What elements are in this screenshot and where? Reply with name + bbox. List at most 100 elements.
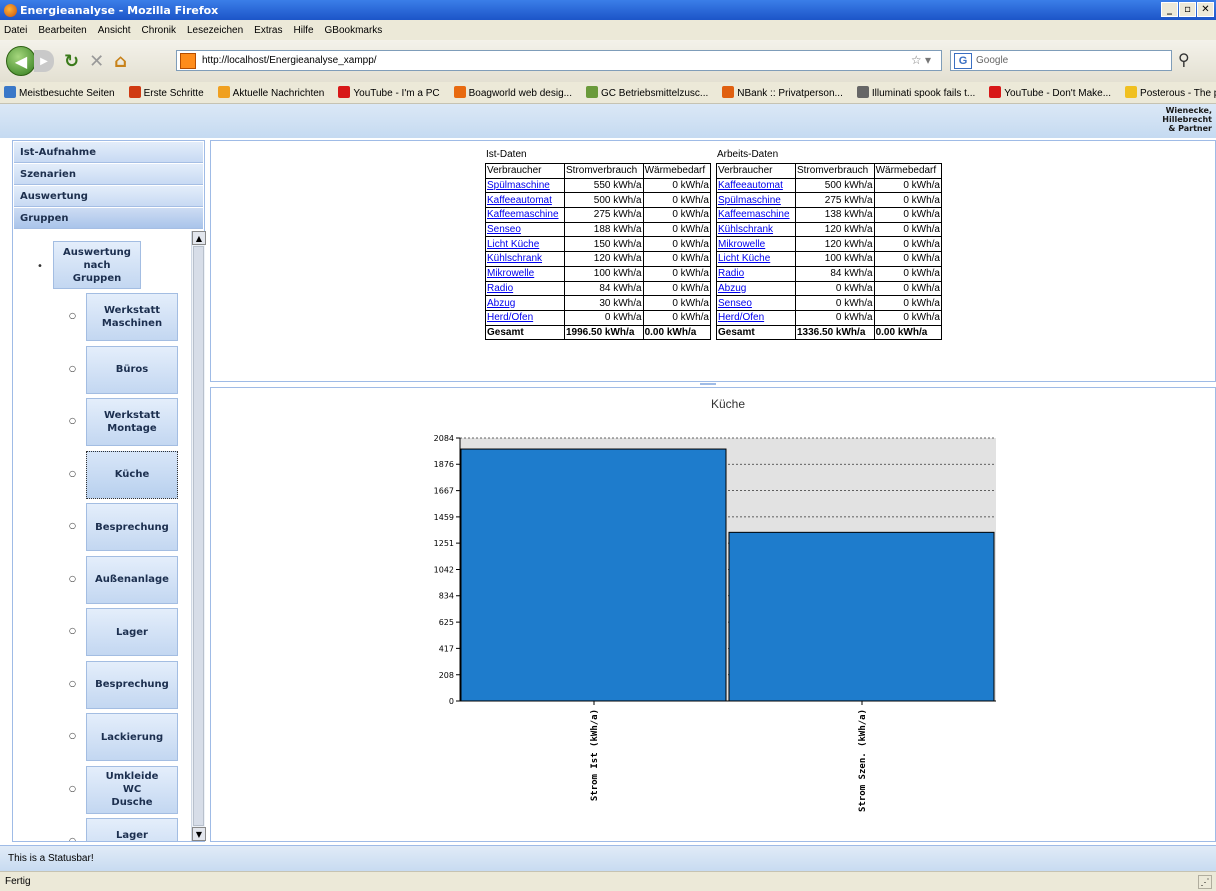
consumer-link[interactable]: Kaffeemaschine: [716, 207, 796, 223]
consumer-link[interactable]: Senseo: [485, 221, 565, 238]
bookmark-item[interactable]: Boagworld web desig...: [453, 86, 572, 99]
group-button[interactable]: Lager Bühne: [86, 818, 178, 841]
google-icon[interactable]: G: [954, 52, 972, 69]
section-gruppen[interactable]: Gruppen: [14, 208, 203, 229]
group-button[interactable]: Küche: [86, 450, 178, 499]
site-favicon: [180, 52, 196, 69]
table-cell: 275 kWh/a: [564, 207, 644, 223]
table-cell: 0 kWh/a: [642, 265, 712, 282]
back-button[interactable]: ◀: [6, 46, 36, 76]
consumer-link[interactable]: Kaffeeautomat: [716, 177, 796, 194]
group-button[interactable]: Umkleide WC Dusche: [86, 765, 178, 814]
consumer-link[interactable]: Herd/Ofen: [485, 309, 565, 326]
bookmark-favicon-icon: [128, 86, 141, 98]
table-row: Kühlschrank 120 kWh/a 0 kWh/a: [485, 251, 712, 267]
table-cell: 30 kWh/a: [564, 295, 644, 311]
bookmark-item[interactable]: GC Betriebsmittelzusc...: [586, 86, 708, 99]
scroll-thumb[interactable]: [193, 246, 204, 826]
consumer-link[interactable]: Kaffeeautomat: [485, 192, 565, 209]
bookmark-item[interactable]: Aktuelle Nachrichten: [217, 86, 324, 99]
menu-item-hilfe[interactable]: Hilfe: [294, 25, 314, 36]
table-cell: 0 kWh/a: [642, 221, 712, 238]
table-row: Herd/Ofen 0 kWh/a 0 kWh/a: [716, 309, 943, 326]
group-button-auswertung-nach-gruppen[interactable]: Auswertung nach Gruppen: [53, 241, 141, 289]
bookmark-favicon-icon: [338, 86, 351, 98]
scroll-down-button[interactable]: ▼: [192, 827, 206, 841]
menu-item-lesezeichen[interactable]: Lesezeichen: [187, 25, 243, 36]
y-tick-label: 1667: [434, 487, 454, 496]
bookmark-label: Meistbesuchte Seiten: [19, 88, 115, 99]
table-row: Mikrowelle 100 kWh/a 0 kWh/a: [485, 265, 712, 282]
stop-icon[interactable]: ✕: [89, 51, 104, 72]
section-ist-aufnahme[interactable]: Ist-Aufnahme: [14, 142, 203, 163]
group-button[interactable]: Besprechung: [86, 503, 178, 551]
group-button[interactable]: Werkstatt Maschinen: [86, 293, 178, 341]
total-cell: Gesamt: [716, 324, 796, 341]
consumer-link[interactable]: Kühlschrank: [485, 251, 565, 267]
menu-item-datei[interactable]: Datei: [4, 25, 27, 36]
group-button[interactable]: Lager: [86, 608, 178, 656]
panel-splitter[interactable]: [700, 383, 716, 385]
bullet: ○: [69, 731, 76, 740]
group-button[interactable]: Lackierung: [86, 713, 178, 761]
table-cell: 120 kWh/a: [795, 221, 875, 238]
bookmark-item[interactable]: NBank :: Privatperson...: [722, 86, 843, 99]
bullet: ○: [69, 783, 76, 793]
section-auswertung[interactable]: Auswertung: [14, 186, 203, 207]
consumer-link[interactable]: Senseo: [716, 295, 796, 311]
group-button[interactable]: Außenanlage: [86, 555, 178, 604]
consumer-link[interactable]: Radio: [716, 265, 796, 282]
consumer-link[interactable]: Mikrowelle: [716, 236, 796, 253]
scroll-up-button[interactable]: ▲: [192, 231, 206, 245]
consumer-link[interactable]: Kühlschrank: [716, 221, 796, 238]
menu-item-gbookmarks[interactable]: GBookmarks: [325, 25, 383, 36]
data-panel: Ist-Daten Verbraucher Stromverbrauch Wärme…: [210, 140, 1216, 382]
table-header-row: Verbraucher Stromverbrauch Wärmebedarf: [716, 163, 943, 179]
bookmark-item[interactable]: YouTube - Don't Make...: [989, 86, 1111, 99]
consumer-link[interactable]: Abzug: [716, 280, 796, 297]
section-szenarien[interactable]: Szenarien: [14, 164, 203, 185]
table-row: Kaffeemaschine 275 kWh/a 0 kWh/a: [485, 207, 712, 223]
home-icon[interactable]: ⌂: [114, 51, 127, 72]
table-cell: 0 kWh/a: [873, 265, 943, 282]
search-box[interactable]: G Google: [950, 50, 1172, 71]
bookmark-favicon-icon: [217, 86, 230, 98]
search-icon[interactable]: ⚲: [1178, 50, 1190, 69]
bar-chart: Küche 0 208 417 625 834 1042 1251 1459 1667 1876 20…: [434, 397, 996, 812]
bookmark-item[interactable]: Meistbesuchte Seiten: [4, 86, 115, 99]
bookmark-item[interactable]: Erste Schritte: [128, 86, 204, 99]
bookmark-item[interactable]: Illuminati spook fails t...: [856, 86, 975, 99]
table-row: Licht Küche 150 kWh/a 0 kWh/a: [485, 236, 712, 253]
consumer-link[interactable]: Mikrowelle: [485, 265, 565, 282]
consumer-link[interactable]: Licht Küche: [485, 236, 565, 253]
group-button[interactable]: Büros: [86, 345, 178, 394]
reload-icon[interactable]: ↻: [64, 51, 79, 72]
group-button[interactable]: Besprechung: [86, 660, 178, 709]
consumer-link[interactable]: Abzug: [485, 295, 565, 311]
close-button[interactable]: ✕: [1197, 2, 1214, 17]
bookmark-item[interactable]: YouTube - I'm a PC: [338, 86, 440, 99]
bookmark-star-icon[interactable]: ☆ ▾: [911, 53, 931, 67]
menu-item-bearbeiten[interactable]: Bearbeiten: [38, 25, 86, 36]
menu-item-ansicht[interactable]: Ansicht: [98, 25, 131, 36]
navigation-toolbar: ◀ ▶ ↻ ✕ ⌂ http://localhost/Energieanalys…: [0, 40, 1216, 82]
minimize-button[interactable]: _: [1161, 2, 1178, 17]
resize-grip-icon[interactable]: ⋰: [1198, 875, 1212, 889]
forward-button[interactable]: ▶: [34, 50, 54, 72]
menu-item-extras[interactable]: Extras: [254, 25, 282, 36]
url-bar[interactable]: http://localhost/Energieanalyse_xampp/ ☆…: [176, 50, 942, 71]
consumer-link[interactable]: Herd/Ofen: [716, 309, 796, 326]
bookmark-item[interactable]: Posterous - The place...: [1125, 86, 1216, 99]
consumer-link[interactable]: Spülmaschine: [716, 192, 796, 209]
consumer-link[interactable]: Licht Küche: [716, 251, 796, 267]
group-list-scrollbar[interactable]: ▲ ▼: [191, 231, 206, 841]
menu-item-chronik[interactable]: Chronik: [142, 25, 176, 36]
y-tick-label: 1042: [434, 566, 454, 575]
consumer-link[interactable]: Radio: [485, 280, 565, 297]
table-total-row: Gesamt 1996.50 kWh/a 0.00 kWh/a: [485, 324, 712, 341]
chart-title: Küche: [711, 397, 745, 411]
group-button[interactable]: Werkstatt Montage: [86, 398, 178, 446]
consumer-link[interactable]: Spülmaschine: [485, 177, 565, 194]
maximize-button[interactable]: ▫: [1179, 2, 1196, 17]
consumer-link[interactable]: Kaffeemaschine: [485, 207, 565, 223]
